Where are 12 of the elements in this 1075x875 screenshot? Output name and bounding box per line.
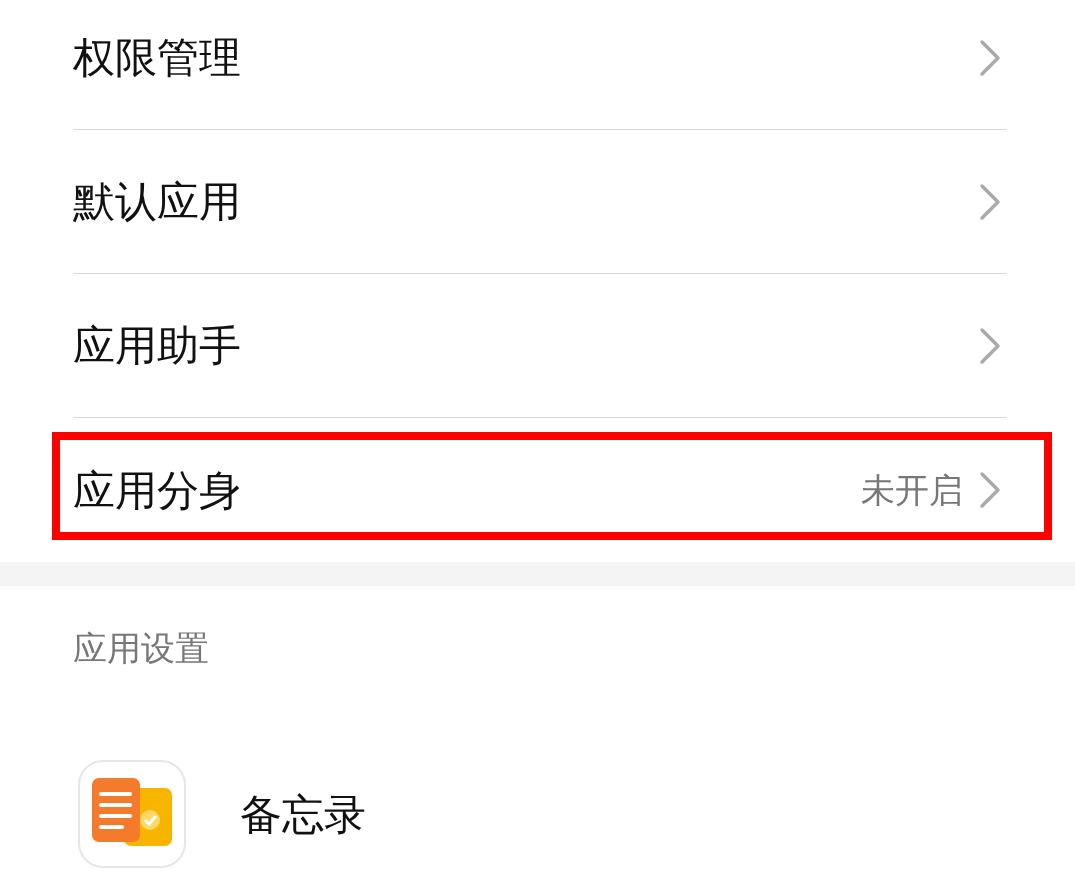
- menu-item-label[interactable]: 权限管理: [73, 26, 979, 89]
- chevron-right-icon: [979, 471, 1001, 509]
- section-header: 应用设置: [73, 626, 210, 670]
- app-name[interactable]: 备忘录: [240, 782, 366, 846]
- status-text: 未开启: [861, 468, 963, 512]
- chevron-right-icon: [979, 326, 1001, 365]
- menu-item-label[interactable]: 应用分身: [73, 458, 861, 522]
- chevron-right-icon: [979, 182, 1001, 221]
- notes-app-icon[interactable]: [78, 760, 186, 868]
- chevron-right-icon: [979, 38, 1001, 77]
- menu-item-label[interactable]: 应用助手: [73, 314, 979, 377]
- menu-item-label[interactable]: 默认应用: [73, 170, 979, 233]
